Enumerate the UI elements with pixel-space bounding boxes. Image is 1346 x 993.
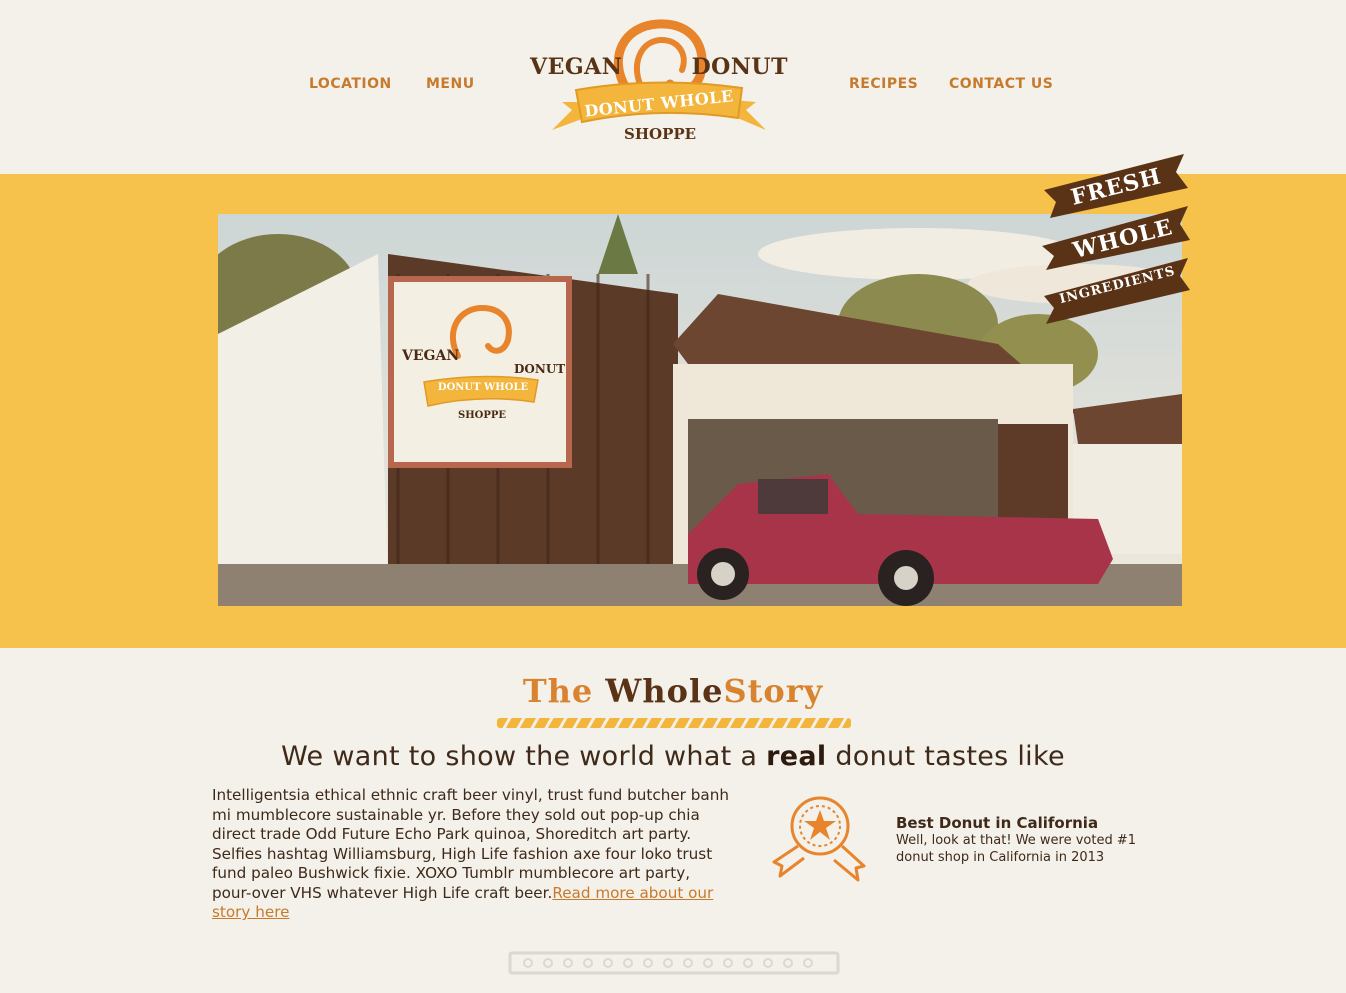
fresh-whole-ingredients-badge: FRESH WHOLE INGREDIENTS bbox=[1036, 150, 1196, 330]
billboard-ribbon-text: DONUT WHOLE bbox=[437, 382, 529, 393]
nav-location[interactable]: LOCATION bbox=[309, 76, 392, 92]
nav-contact-us[interactable]: CONTACT US bbox=[949, 76, 1053, 92]
billboard-word-vegan: VEGAN bbox=[402, 348, 460, 364]
zigzag-divider bbox=[497, 716, 851, 730]
logo-word-vegan: VEGAN bbox=[530, 54, 623, 80]
billboard-word-shoppe: SHOPPE bbox=[458, 410, 507, 421]
story-heading: The WholeStory bbox=[0, 672, 1346, 710]
award-ribbon-icon bbox=[772, 796, 866, 882]
story-body: Intelligentsia ethical ethnic craft beer… bbox=[212, 786, 734, 923]
tagline-bold: real bbox=[766, 741, 827, 772]
nav-menu[interactable]: MENU bbox=[426, 76, 475, 92]
story-heading-the: The bbox=[522, 672, 606, 710]
tagline-post: donut tastes like bbox=[826, 741, 1065, 772]
tagline-pre: We want to show the world what a bbox=[281, 741, 767, 772]
site-logo[interactable]: VEGAN DONUT DONUT WHOLE SHOPPE bbox=[528, 18, 790, 152]
story-heading-story: Story bbox=[723, 672, 824, 710]
logo-word-donut: DONUT bbox=[691, 54, 788, 80]
billboard-logo: VEGAN DONUT DONUT WHOLE SHOPPE bbox=[394, 282, 566, 462]
billboard-word-donut: DONUT bbox=[514, 362, 566, 376]
award-title: Best Donut in California bbox=[896, 814, 1099, 832]
nav-recipes[interactable]: RECIPES bbox=[849, 76, 918, 92]
story-heading-whole: Whole bbox=[605, 672, 724, 710]
tagline: We want to show the world what a real do… bbox=[0, 741, 1346, 772]
slider-pager[interactable] bbox=[508, 950, 840, 976]
logo-word-shoppe: SHOPPE bbox=[624, 125, 697, 143]
award-text: Well, look at that! We were voted #1 don… bbox=[896, 833, 1137, 865]
